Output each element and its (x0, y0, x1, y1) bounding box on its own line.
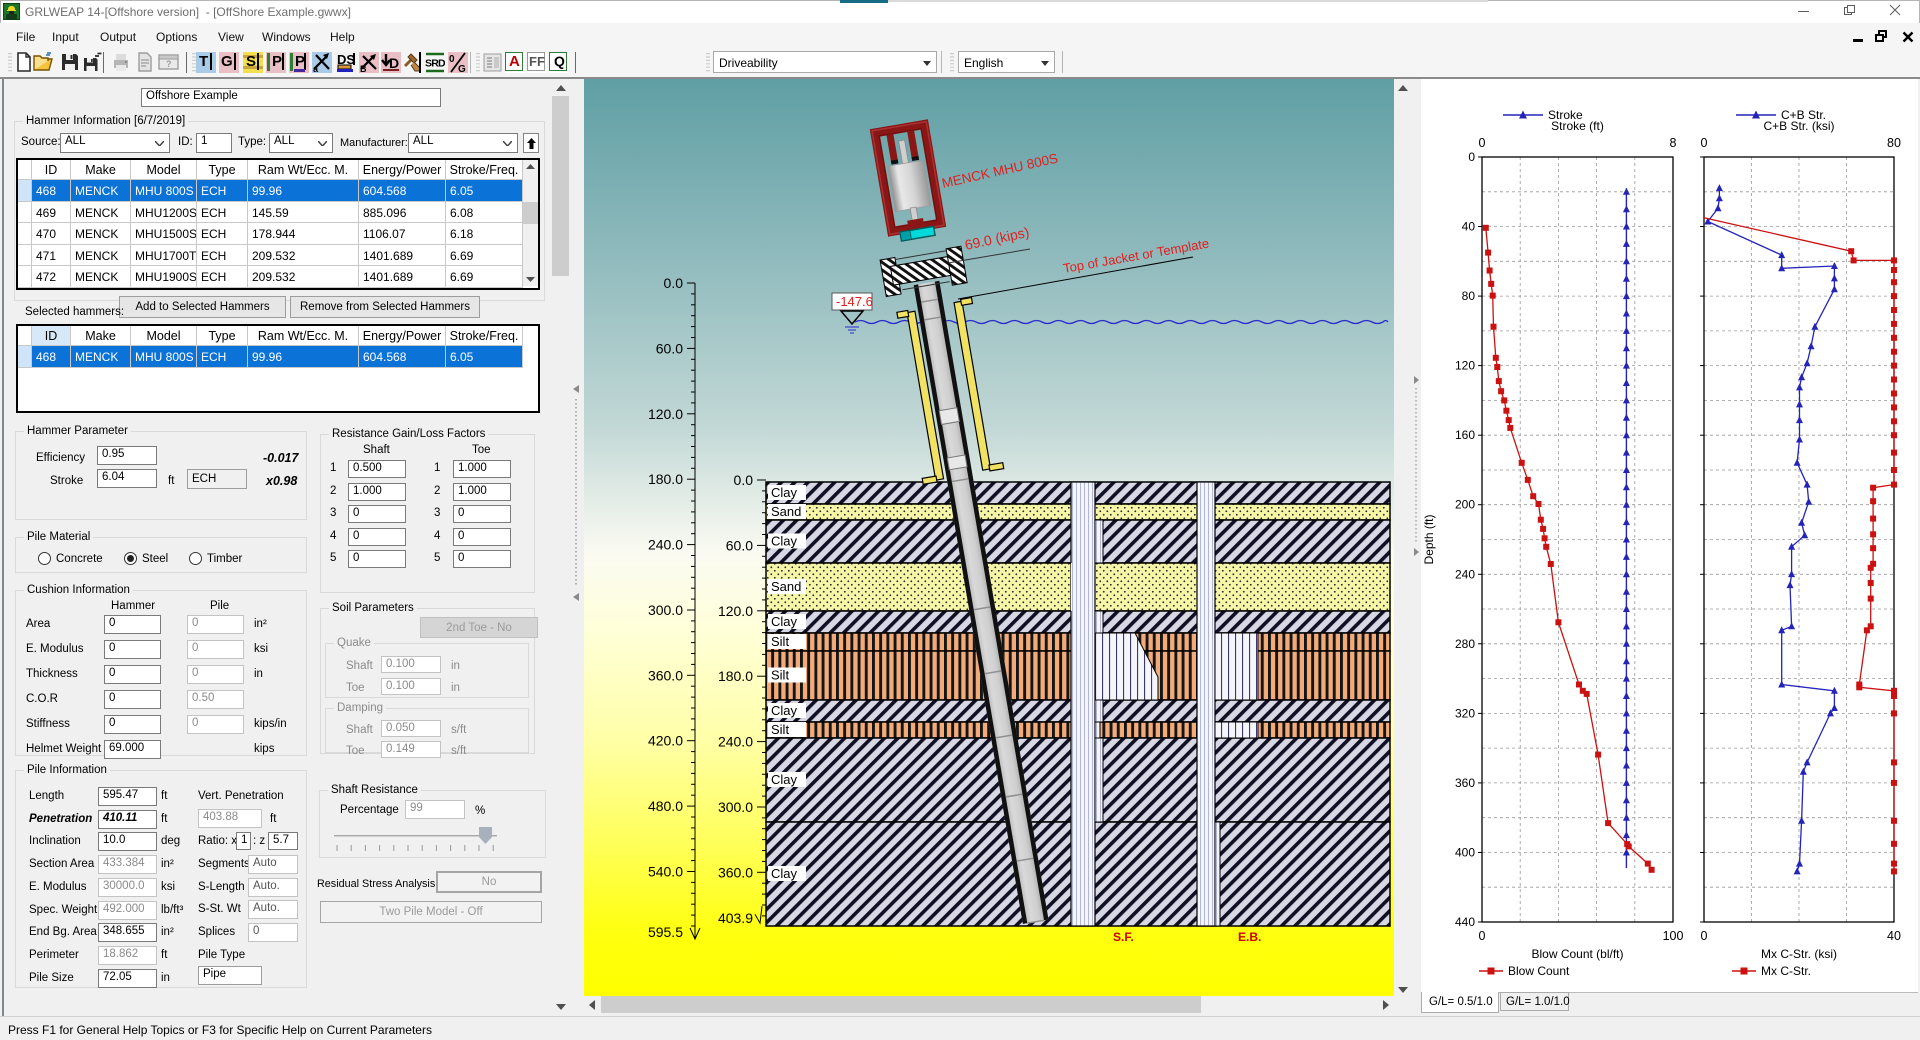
svg-text:595.5: 595.5 (648, 924, 683, 940)
svg-text:60.0: 60.0 (726, 537, 753, 553)
svg-text:120.0: 120.0 (648, 406, 683, 422)
svg-text:360: 360 (1455, 776, 1475, 790)
svg-text:0.0: 0.0 (734, 472, 754, 488)
svg-text:100: 100 (1663, 929, 1684, 943)
svg-text:160: 160 (1455, 428, 1475, 442)
svg-text:Clay: Clay (771, 772, 798, 787)
svg-text:8: 8 (1670, 136, 1677, 150)
svg-text:Silt: Silt (771, 634, 789, 649)
svg-text:Sand: Sand (771, 504, 801, 519)
svg-text:Clay: Clay (771, 614, 798, 629)
svg-text:120.0: 120.0 (718, 603, 753, 619)
svg-text:80: 80 (1887, 136, 1901, 150)
svg-text:Clay: Clay (771, 534, 798, 549)
svg-text:Silt: Silt (771, 722, 789, 737)
svg-text:80: 80 (1462, 289, 1476, 303)
svg-text:0: 0 (449, 54, 455, 65)
svg-text:280: 280 (1455, 637, 1475, 651)
svg-text:B: B (360, 64, 367, 73)
svg-text:480.0: 480.0 (648, 798, 683, 814)
svg-text:360.0: 360.0 (718, 864, 753, 880)
svg-text:Mx C-Str.: Mx C-Str. (1761, 964, 1811, 978)
svg-text:400: 400 (1455, 846, 1475, 860)
svg-text:440: 440 (1455, 915, 1475, 929)
svg-text:120: 120 (1455, 359, 1475, 373)
svg-text:540.0: 540.0 (648, 864, 683, 880)
svg-text:0: 0 (1468, 150, 1475, 164)
svg-text:Clay: Clay (771, 485, 798, 500)
svg-text:Clay: Clay (771, 703, 798, 718)
svg-text:Blow Count (bl/ft): Blow Count (bl/ft) (1531, 947, 1623, 961)
svg-text:?: ? (166, 59, 172, 69)
svg-text:360.0: 360.0 (648, 667, 683, 683)
svg-text:403.9: 403.9 (718, 910, 753, 926)
svg-text:240.0: 240.0 (648, 537, 683, 553)
svg-text:Stroke: Stroke (1548, 108, 1583, 122)
svg-text:240.0: 240.0 (718, 734, 753, 750)
svg-text:0: 0 (1701, 929, 1708, 943)
svg-text:180.0: 180.0 (718, 668, 753, 684)
svg-text:40: 40 (1887, 929, 1901, 943)
svg-text:200: 200 (1455, 498, 1475, 512)
svg-text:Depth (ft): Depth (ft) (1422, 514, 1436, 564)
svg-text:0: 0 (1479, 136, 1486, 150)
svg-text:Sand: Sand (771, 579, 801, 594)
svg-text:-147.6: -147.6 (836, 294, 873, 309)
svg-text:60.0: 60.0 (656, 340, 683, 356)
svg-text:Clay: Clay (771, 866, 798, 881)
svg-text:Mx C-Str. (ksi): Mx C-Str. (ksi) (1761, 947, 1837, 961)
svg-text:0.0: 0.0 (664, 275, 684, 291)
svg-text:C+B Str.: C+B Str. (1781, 108, 1826, 122)
svg-text:0: 0 (1479, 929, 1486, 943)
svg-text:SRD: SRD (425, 58, 445, 70)
svg-text:300.0: 300.0 (648, 602, 683, 618)
svg-text:420.0: 420.0 (648, 733, 683, 749)
svg-text:320: 320 (1455, 706, 1475, 720)
svg-text:Silt: Silt (771, 668, 789, 683)
svg-text:240: 240 (1455, 567, 1475, 581)
svg-text:40: 40 (1462, 220, 1476, 234)
svg-text:Blow Count: Blow Count (1508, 964, 1570, 978)
svg-text:180.0: 180.0 (648, 471, 683, 487)
svg-text:E.B.: E.B. (1238, 930, 1261, 944)
svg-text:G: G (458, 64, 466, 73)
svg-text:S.F.: S.F. (1113, 930, 1134, 944)
svg-text:300.0: 300.0 (718, 799, 753, 815)
svg-text:D: D (389, 55, 399, 71)
svg-text:0: 0 (1701, 136, 1708, 150)
